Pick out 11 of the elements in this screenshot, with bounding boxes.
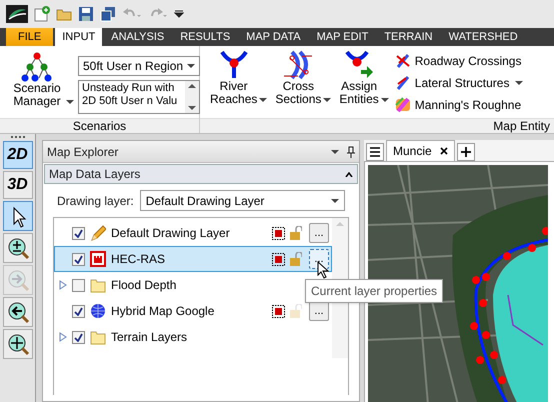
panel-title: Map Explorer	[47, 144, 118, 160]
field-label: Drawing layer:	[57, 192, 134, 210]
layer-name: Terrain Layers	[111, 329, 188, 346]
tooltip: Current layer properties	[305, 279, 444, 303]
layer-name: Default Drawing Layer	[111, 225, 230, 242]
layer-name: Hybrid Map Google	[111, 303, 214, 320]
group-label: Map Entity	[493, 119, 550, 133]
group-label: Scenarios	[72, 119, 126, 133]
scenario-description: Unsteady Run with 2D 50ft User n Valu	[81, 81, 178, 109]
layer-name: HEC-RAS	[111, 251, 166, 268]
layer-name: Flood Depth	[111, 277, 176, 294]
